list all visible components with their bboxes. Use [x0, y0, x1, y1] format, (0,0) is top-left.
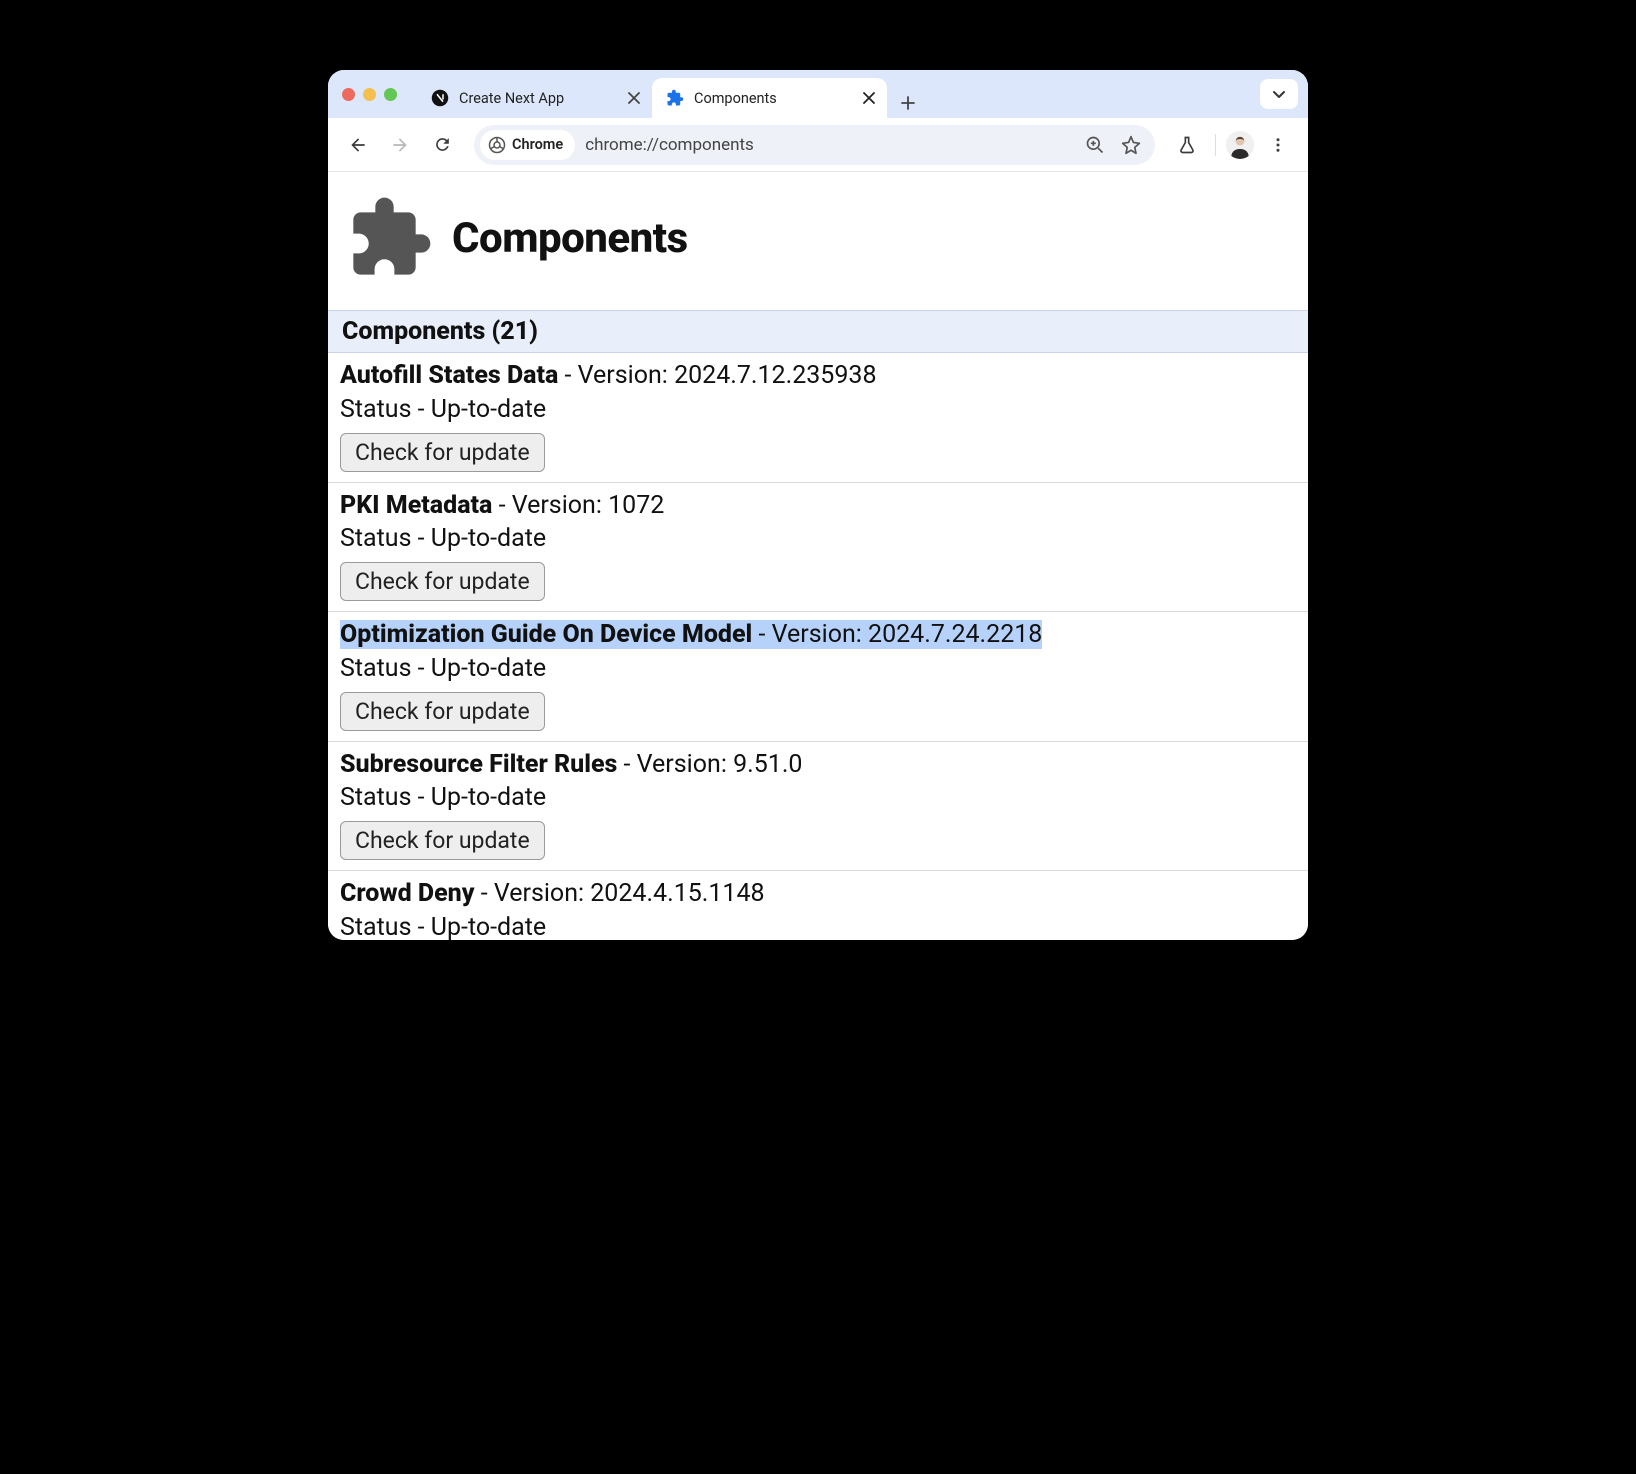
check-for-update-button[interactable]: Check for update	[340, 821, 545, 860]
component-name: Subresource Filter Rules	[340, 750, 617, 779]
component-row: Optimization Guide On Device Model - Ver…	[328, 612, 1308, 742]
component-version: - Version: 1072	[492, 491, 664, 520]
bookmark-star-icon[interactable]	[1115, 129, 1147, 161]
component-status: Status - Up-to-date	[340, 393, 1296, 427]
component-title-text: Optimization Guide On Device Model - Ver…	[340, 620, 1042, 649]
component-name: Optimization Guide On Device Model	[340, 620, 752, 649]
check-for-update-button[interactable]: Check for update	[340, 692, 545, 731]
url-text: chrome://components	[585, 135, 1079, 155]
toolbar-divider	[1215, 134, 1216, 156]
tab-title: Create Next App	[459, 90, 616, 107]
reload-button[interactable]	[424, 127, 460, 163]
component-row: Autofill States Data - Version: 2024.7.1…	[328, 353, 1308, 483]
forward-button[interactable]	[382, 127, 418, 163]
page-header: Components	[328, 172, 1308, 310]
page-content: Components Components (21) Autofill Stat…	[328, 172, 1308, 940]
component-title-text: Crowd Deny - Version: 2024.4.15.1148	[340, 879, 765, 908]
tab-favicon-extension-icon	[666, 89, 684, 107]
component-status: Status - Up-to-date	[340, 522, 1296, 556]
extension-puzzle-icon	[346, 194, 434, 282]
component-status: Status - Up-to-date	[340, 781, 1296, 815]
component-title-text: Subresource Filter Rules - Version: 9.51…	[340, 750, 802, 779]
component-title-line: Autofill States Data - Version: 2024.7.1…	[340, 359, 1296, 393]
site-chip-label: Chrome	[512, 136, 563, 153]
component-title-text: Autofill States Data - Version: 2024.7.1…	[340, 361, 877, 390]
labs-icon[interactable]	[1169, 127, 1205, 163]
toolbar: Chrome chrome://components	[328, 118, 1308, 172]
component-title-text: PKI Metadata - Version: 1072	[340, 491, 664, 520]
tab-create-next-app[interactable]: Create Next App	[417, 78, 652, 118]
tab-close-button[interactable]	[626, 90, 642, 106]
component-status: Status - Up-to-date	[340, 911, 1296, 940]
window-zoom-button[interactable]	[384, 88, 397, 101]
component-name: Crowd Deny	[340, 879, 475, 908]
tab-search-button[interactable]	[1260, 79, 1298, 109]
back-button[interactable]	[340, 127, 376, 163]
zoom-icon[interactable]	[1079, 129, 1111, 161]
component-version: - Version: 2024.7.24.2218	[752, 620, 1042, 649]
component-title-line: Subresource Filter Rules - Version: 9.51…	[340, 748, 1296, 782]
toolbar-right	[1169, 127, 1296, 163]
component-title-line: PKI Metadata - Version: 1072	[340, 489, 1296, 523]
component-title-line: Crowd Deny - Version: 2024.4.15.1148	[340, 877, 1296, 911]
window-controls	[342, 88, 397, 101]
tab-title: Components	[694, 90, 851, 107]
check-for-update-button[interactable]: Check for update	[340, 433, 545, 472]
components-list: Autofill States Data - Version: 2024.7.1…	[328, 353, 1308, 940]
tabs-container: Create Next App Components	[417, 70, 1260, 118]
tab-strip: Create Next App Components	[328, 70, 1308, 118]
window-close-button[interactable]	[342, 88, 355, 101]
tab-components[interactable]: Components	[652, 78, 887, 118]
tab-favicon-nextjs	[431, 89, 449, 107]
component-row: PKI Metadata - Version: 1072Status - Up-…	[328, 483, 1308, 613]
tab-close-button[interactable]	[861, 90, 877, 106]
window-minimize-button[interactable]	[363, 88, 376, 101]
address-bar[interactable]: Chrome chrome://components	[474, 125, 1155, 165]
menu-button[interactable]	[1260, 127, 1296, 163]
chrome-logo-icon	[488, 136, 506, 154]
omnibox-actions	[1079, 129, 1147, 161]
page-title: Components	[452, 214, 688, 263]
component-version: - Version: 9.51.0	[617, 750, 802, 779]
check-for-update-button[interactable]: Check for update	[340, 562, 545, 601]
component-name: PKI Metadata	[340, 491, 492, 520]
browser-window: Create Next App Components	[328, 70, 1308, 940]
profile-avatar[interactable]	[1226, 131, 1254, 159]
site-chip[interactable]: Chrome	[480, 130, 575, 160]
component-row: Subresource Filter Rules - Version: 9.51…	[328, 742, 1308, 872]
component-name: Autofill States Data	[340, 361, 558, 390]
component-version: - Version: 2024.4.15.1148	[475, 879, 765, 908]
component-row: Crowd Deny - Version: 2024.4.15.1148 Stat…	[328, 871, 1308, 940]
component-version: - Version: 2024.7.12.235938	[558, 361, 876, 390]
components-section-header: Components (21)	[328, 310, 1308, 353]
new-tab-button[interactable]	[893, 88, 923, 118]
component-status: Status - Up-to-date	[340, 652, 1296, 686]
component-title-line: Optimization Guide On Device Model - Ver…	[340, 618, 1296, 652]
